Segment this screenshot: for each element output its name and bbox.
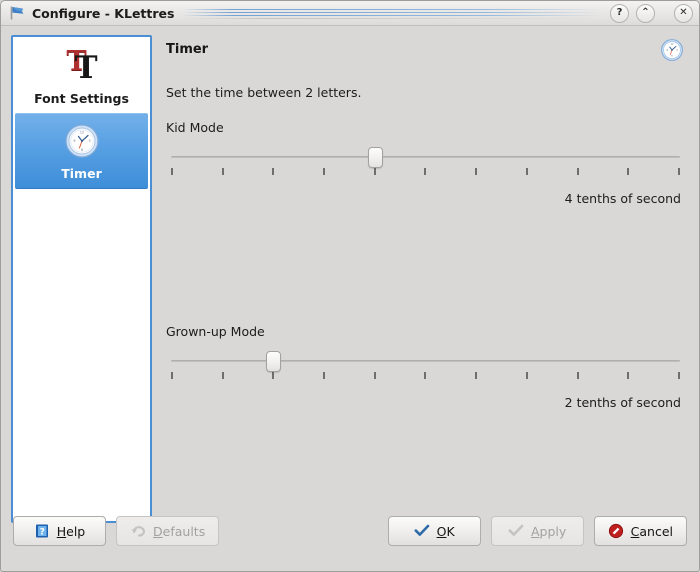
- slider-tick: [323, 168, 326, 175]
- titlebar-buttons: ? ⌃ ✕: [610, 3, 693, 23]
- ok-button[interactable]: OK: [387, 516, 481, 546]
- slider-tick: [576, 372, 579, 379]
- titlebar-shade-button[interactable]: ⌃: [636, 3, 655, 23]
- slider-tick: [171, 372, 173, 379]
- slider-tick: [221, 372, 224, 379]
- configure-dialog: Configure - KLettres ? ⌃ ✕ TT Font Setti…: [0, 0, 700, 572]
- slider-tick: [627, 168, 630, 175]
- svg-text:12: 12: [671, 43, 674, 46]
- check-icon: [508, 523, 524, 539]
- help-rest: elp: [66, 523, 86, 539]
- clock-icon: 12 3 6 9: [62, 121, 102, 161]
- stop-icon: [608, 523, 624, 539]
- sidebar-item-label: Font Settings: [34, 91, 129, 106]
- help-button[interactable]: ? Help: [13, 516, 106, 546]
- help-book-icon: ?: [34, 523, 50, 539]
- slider-tick: [373, 168, 376, 175]
- undo-icon: [130, 523, 146, 539]
- slider-tick: [323, 372, 326, 379]
- window-title: Configure - KLettres: [32, 5, 175, 21]
- slider-tick: [424, 372, 427, 379]
- slider-tick: [171, 168, 173, 175]
- sidebar-item-label: Timer: [61, 166, 102, 181]
- grownup-mode-label: Grown-up Mode: [166, 324, 265, 339]
- cancel-button[interactable]: Cancel: [593, 516, 687, 546]
- svg-text:6: 6: [80, 148, 82, 152]
- flag-icon: [9, 5, 27, 21]
- titlebar-decoration: [182, 6, 602, 20]
- slider-tick: [373, 372, 376, 379]
- titlebar-help-button[interactable]: ?: [610, 3, 629, 23]
- defaults-button[interactable]: Defaults: [116, 516, 220, 546]
- titlebar-close-button[interactable]: ✕: [674, 3, 693, 23]
- titlebar: Configure - KLettres ? ⌃ ✕: [1, 1, 699, 26]
- panel-description: Set the time between 2 letters.: [166, 85, 362, 100]
- grownup-mode-slider-group: Grown-up Mode 2 tenths of second: [166, 324, 685, 410]
- slider-handle[interactable]: [265, 351, 281, 372]
- svg-text:12: 12: [79, 130, 83, 134]
- slider-ticks: [171, 372, 680, 380]
- slider-ticks: [171, 168, 680, 176]
- slider-tick: [627, 372, 630, 379]
- slider-tick: [576, 168, 579, 175]
- defaults-button-label: Defaults: [153, 524, 205, 539]
- slider-groove: [171, 156, 680, 158]
- defaults-rest: efaults: [162, 523, 206, 539]
- apply-button-label: Apply: [531, 524, 566, 539]
- dialog-content: TT Font Settings 12 3 6 9 Timer Timer 12…: [1, 26, 699, 523]
- apply-button[interactable]: Apply: [490, 516, 584, 546]
- check-icon: [414, 523, 430, 539]
- help-accel: H: [56, 523, 67, 539]
- svg-text:?: ?: [39, 528, 44, 538]
- slider-tick: [272, 168, 275, 175]
- sidebar-item-timer[interactable]: 12 3 6 9 Timer: [15, 113, 148, 189]
- slider-tick: [677, 168, 680, 175]
- slider-tick: [525, 372, 528, 379]
- help-button-label: Help: [57, 524, 86, 539]
- page-title: Timer: [166, 42, 209, 57]
- dialog-button-bar: ? Help Defaults OK Apply Cancel: [1, 505, 699, 571]
- kid-mode-value: 4 tenths of second: [564, 191, 681, 206]
- grownup-mode-slider[interactable]: [166, 351, 685, 385]
- ok-button-label: OK: [437, 524, 455, 539]
- svg-text:9: 9: [73, 139, 75, 143]
- slider-tick: [525, 168, 528, 175]
- apply-accel: A: [530, 523, 540, 539]
- slider-tick: [475, 168, 478, 175]
- cancel-rest: ancel: [639, 523, 673, 539]
- apply-rest: pply: [539, 523, 567, 539]
- kid-mode-label: Kid Mode: [166, 120, 224, 135]
- defaults-accel: D: [153, 523, 163, 539]
- slider-tick: [475, 372, 478, 379]
- slider-groove: [171, 360, 680, 362]
- kid-mode-slider[interactable]: [166, 147, 685, 181]
- ok-accel: O: [436, 523, 447, 539]
- panel-header: Timer 12 3 6 9: [166, 35, 685, 69]
- ok-rest: K: [446, 523, 455, 539]
- clock-icon: 12 3 6 9: [659, 35, 685, 63]
- sidebar-item-font-settings[interactable]: TT Font Settings: [15, 39, 148, 113]
- slider-tick: [221, 168, 224, 175]
- slider-tick: [424, 168, 427, 175]
- settings-panel: Timer 12 3 6 9 Set the time between 2 le…: [152, 35, 689, 523]
- kid-mode-slider-group: Kid Mode 4 tenths of second: [166, 120, 685, 206]
- settings-category-list[interactable]: TT Font Settings 12 3 6 9 Timer: [11, 35, 152, 523]
- svg-text:3: 3: [88, 139, 90, 143]
- font-tt-icon: TT: [66, 46, 98, 86]
- grownup-mode-value: 2 tenths of second: [564, 395, 681, 410]
- slider-tick: [677, 372, 680, 379]
- slider-handle[interactable]: [367, 147, 383, 168]
- cancel-button-label: Cancel: [631, 524, 673, 539]
- slider-tick: [272, 372, 275, 379]
